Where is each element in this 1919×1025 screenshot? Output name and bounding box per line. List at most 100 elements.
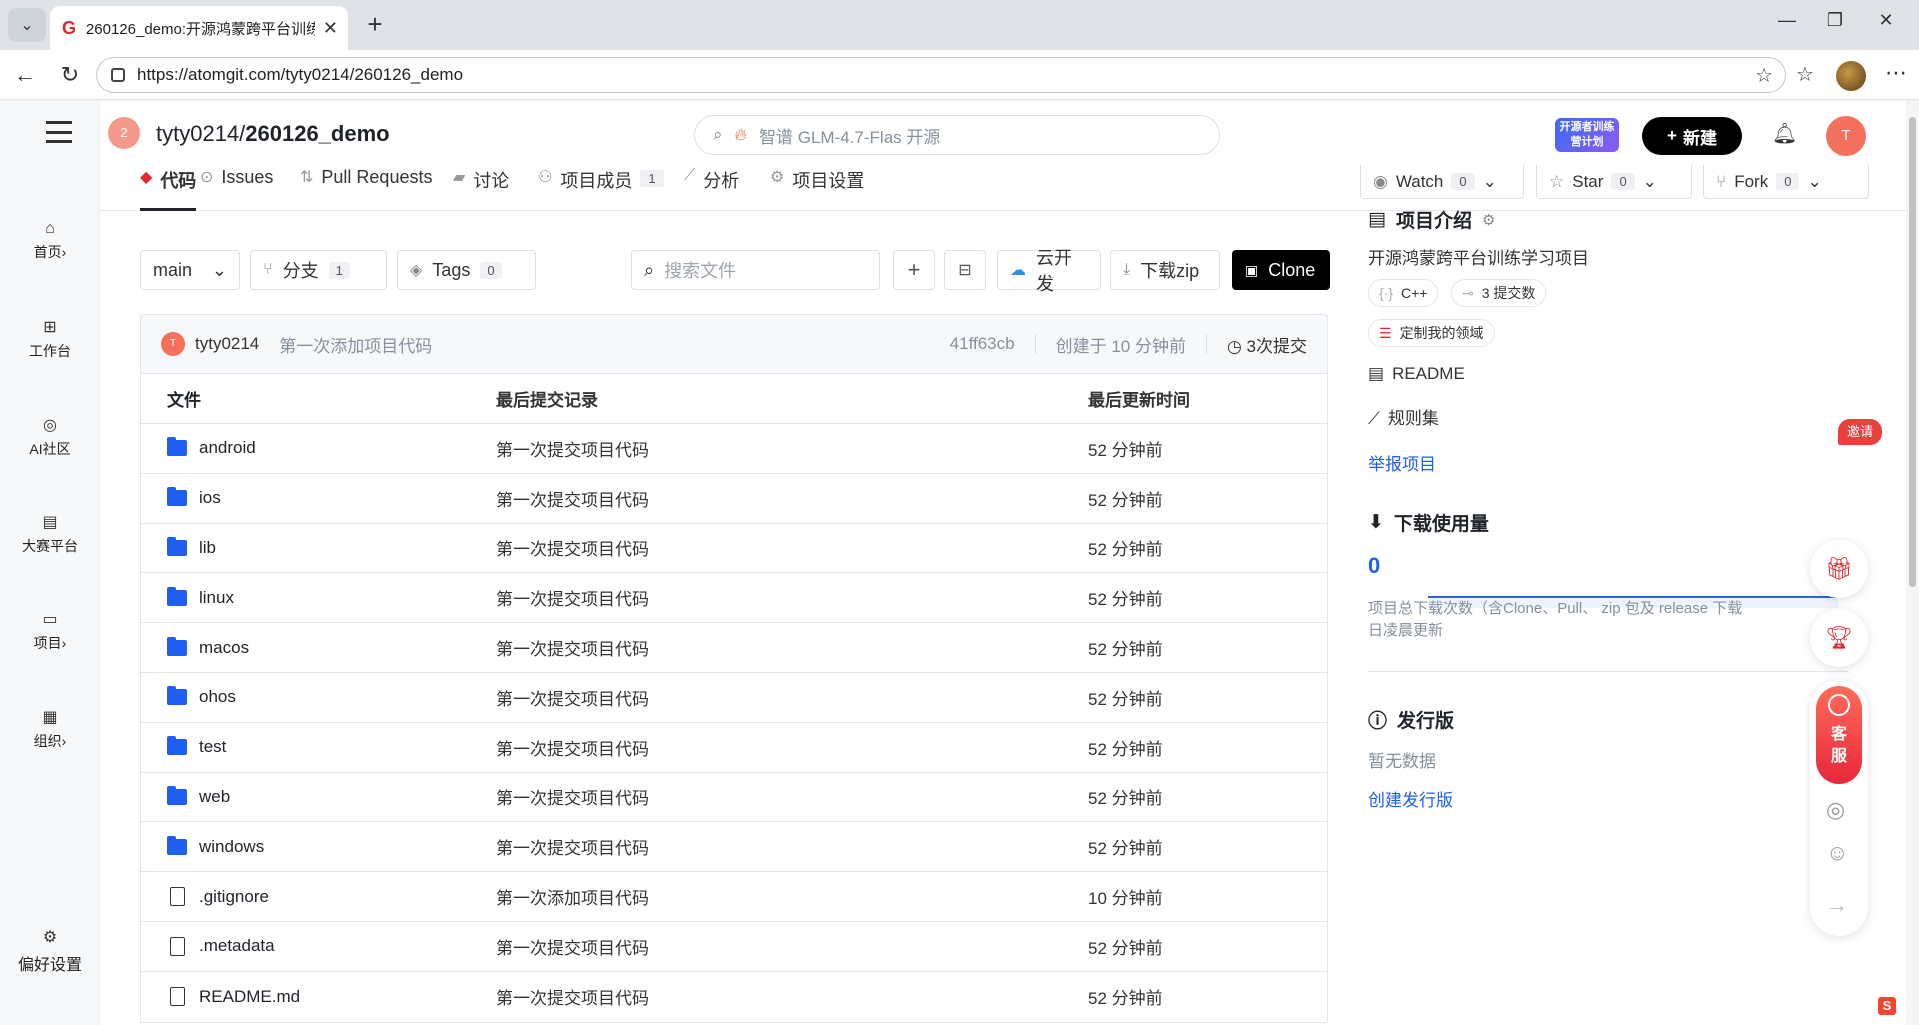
commit-author[interactable]: tyty0214 — [195, 334, 259, 354]
repo-owner[interactable]: tyty0214/ — [156, 121, 245, 146]
trophy-button[interactable]: 🏆︎ — [1810, 609, 1868, 667]
customize-domain-tag[interactable]: ☰ 定制我的领域 — [1368, 319, 1495, 347]
file-name[interactable]: web — [199, 787, 230, 807]
file-name-cell[interactable]: ohos — [141, 686, 496, 707]
browser-profile-avatar[interactable] — [1836, 61, 1866, 91]
page-scrollbar[interactable] — [1906, 101, 1919, 1025]
table-row[interactable]: .gitignore 第一次添加项目代码 10 分钟前 — [141, 872, 1327, 922]
table-row[interactable]: .metadata 第一次提交项目代码 52 分钟前 — [141, 922, 1327, 972]
close-tab-icon[interactable]: ✕ — [323, 18, 338, 39]
invite-badge[interactable]: 邀请 — [1838, 419, 1882, 445]
last-commit-message[interactable]: 第一次提交项目代码 — [496, 784, 1088, 809]
commit-author-avatar[interactable]: T — [161, 332, 185, 356]
watch-button[interactable]: ◉ Watch 0 ⌄ — [1360, 165, 1524, 199]
tab-code[interactable]: ◆ 代码 — [140, 167, 197, 211]
branch-select[interactable]: main ⌄ — [140, 250, 240, 290]
table-row[interactable]: linux 第一次提交项目代码 52 分钟前 — [141, 573, 1327, 624]
tab-list-button[interactable]: ⌄ — [8, 8, 46, 42]
url-field[interactable]: https://atomgit.com/tyty0214/260126_demo… — [96, 57, 1786, 93]
star-button[interactable]: ☆ Star 0 ⌄ — [1536, 165, 1692, 199]
last-commit-message[interactable]: 第一次提交项目代码 — [496, 585, 1088, 610]
commit-count[interactable]: ◷ 3次提交 — [1227, 332, 1307, 357]
file-search-input[interactable]: ⌕ 搜索文件 — [631, 250, 880, 290]
file-name-cell[interactable]: macos — [141, 636, 496, 658]
commit-hash[interactable]: 41ff63cb — [950, 334, 1015, 354]
tab-issues[interactable]: ⊙ Issues — [200, 167, 273, 211]
table-row[interactable]: test 第一次提交项目代码 52 分钟前 — [141, 723, 1327, 773]
chevron-down-icon[interactable]: ⌄ — [1483, 172, 1497, 192]
file-name-cell[interactable]: .metadata — [141, 936, 496, 956]
table-row[interactable]: android 第一次提交项目代码 52 分钟前 — [141, 424, 1327, 474]
add-file-button[interactable]: + — [893, 250, 935, 290]
rail-item-contest[interactable]: ▤ 大赛平台 — [0, 514, 100, 556]
rail-item-preferences[interactable]: ⚙ 偏好设置 — [0, 929, 100, 975]
repo-path[interactable]: tyty0214/260126_demo — [156, 121, 390, 147]
site-info-icon[interactable] — [111, 68, 125, 82]
file-name[interactable]: .gitignore — [199, 887, 269, 907]
file-name[interactable]: lib — [199, 538, 216, 558]
file-name-cell[interactable]: web — [141, 785, 496, 807]
scroll-thumb[interactable] — [1909, 117, 1916, 587]
file-name-cell[interactable]: test — [141, 736, 496, 757]
chevron-down-icon[interactable]: ⌄ — [1643, 172, 1657, 192]
last-commit-message[interactable]: 第一次提交项目代码 — [496, 635, 1088, 660]
file-name[interactable]: ios — [199, 488, 221, 508]
browser-menu-icon[interactable]: ⋯ — [1885, 60, 1907, 86]
last-commit-message[interactable]: 第一次提交项目代码 — [496, 984, 1088, 1009]
gear-icon[interactable]: ⚙ — [1482, 211, 1495, 229]
new-button[interactable]: + 新建 — [1642, 117, 1742, 155]
last-commit-message[interactable]: 第一次提交项目代码 — [496, 735, 1088, 760]
file-name-cell[interactable]: .gitignore — [141, 887, 496, 907]
last-commit-message[interactable]: 第一次提交项目代码 — [496, 486, 1088, 511]
last-commit-message[interactable]: 第一次提交项目代码 — [496, 834, 1088, 859]
tab-discussions[interactable]: ▰ 讨论 — [453, 167, 509, 211]
rail-item-ai-community[interactable]: ◎ AI社区 — [0, 417, 100, 459]
clone-button[interactable]: ▣ Clone — [1232, 250, 1330, 290]
tab-analysis[interactable]: ⟋ 分析 — [684, 167, 739, 211]
tab-members[interactable]: ⚇ 项目成员 1 — [538, 167, 664, 211]
table-row[interactable]: windows 第一次提交项目代码 52 分钟前 — [141, 822, 1327, 873]
file-name[interactable]: README.md — [199, 987, 300, 1007]
table-row[interactable]: macos 第一次提交项目代码 52 分钟前 — [141, 623, 1327, 673]
file-name[interactable]: windows — [199, 837, 264, 857]
rail-item-projects[interactable]: ▭ 项目› — [0, 611, 100, 653]
favorite-star-icon[interactable]: ☆ — [1755, 63, 1773, 88]
cloud-dev-button[interactable]: ☁ 云开发 — [997, 248, 1101, 294]
branches-button[interactable]: ⑂ 分支 1 — [250, 250, 387, 290]
last-commit-message[interactable]: 第一次提交项目代码 — [496, 685, 1088, 710]
readme-link[interactable]: ▤ README — [1368, 364, 1465, 384]
table-row[interactable]: ios 第一次提交项目代码 52 分钟前 — [141, 474, 1327, 524]
close-window-icon[interactable]: ✕ — [1871, 10, 1901, 31]
reload-icon[interactable]: ↻ — [55, 62, 85, 88]
download-zip-button[interactable]: ⤓ 下载zip — [1110, 250, 1220, 290]
repo-name[interactable]: 260126_demo — [245, 121, 389, 146]
tab-settings[interactable]: ⚙ 项目设置 — [770, 167, 864, 211]
campaign-logo[interactable]: 开源者训练营计划 — [1555, 118, 1619, 152]
last-commit-message[interactable]: 第一次添加项目代码 — [496, 884, 1088, 909]
fork-button[interactable]: ⑂ Fork 0 ⌄ — [1703, 165, 1869, 199]
file-name-cell[interactable]: linux — [141, 586, 496, 608]
customer-service-button[interactable]: 客 服 — [1816, 686, 1862, 784]
tab-pull-requests[interactable]: ⇅ Pull Requests — [300, 167, 432, 211]
minimize-icon[interactable]: — — [1772, 10, 1802, 31]
repo-avatar[interactable]: 2 — [108, 117, 140, 149]
file-name[interactable]: test — [199, 737, 226, 757]
user-avatar[interactable]: T — [1826, 116, 1866, 156]
file-name[interactable]: ohos — [199, 687, 236, 707]
restore-icon[interactable]: ❐ — [1820, 10, 1850, 31]
table-row[interactable]: README.md 第一次提交项目代码 52 分钟前 — [141, 972, 1327, 1022]
favorites-icon[interactable]: ☆ — [1796, 62, 1814, 87]
rail-item-orgs[interactable]: ▦ 组织› — [0, 709, 100, 751]
rules-link[interactable]: ⟋ 规则集 — [1368, 404, 1439, 429]
global-search-input[interactable]: ⌕ 🔥︎ 智谱 GLM-4.7-Flas 开源 — [694, 115, 1220, 155]
new-tab-button[interactable]: + — [360, 10, 390, 40]
create-release-link[interactable]: 创建发行版 — [1368, 786, 1453, 811]
file-name[interactable]: .metadata — [199, 936, 275, 956]
file-name[interactable]: macos — [199, 638, 249, 658]
language-tag[interactable]: {·} C++ — [1368, 279, 1439, 307]
file-name-cell[interactable]: README.md — [141, 987, 496, 1007]
bell-icon[interactable]: 🔔︎ — [1772, 121, 1797, 146]
rail-item-workbench[interactable]: ⊞ 工作台 — [0, 319, 100, 361]
browser-tab[interactable]: G 260126_demo:开源鸿蒙跨平台训练学习项目 ✕ — [50, 6, 348, 50]
file-name-cell[interactable]: ios — [141, 487, 496, 508]
